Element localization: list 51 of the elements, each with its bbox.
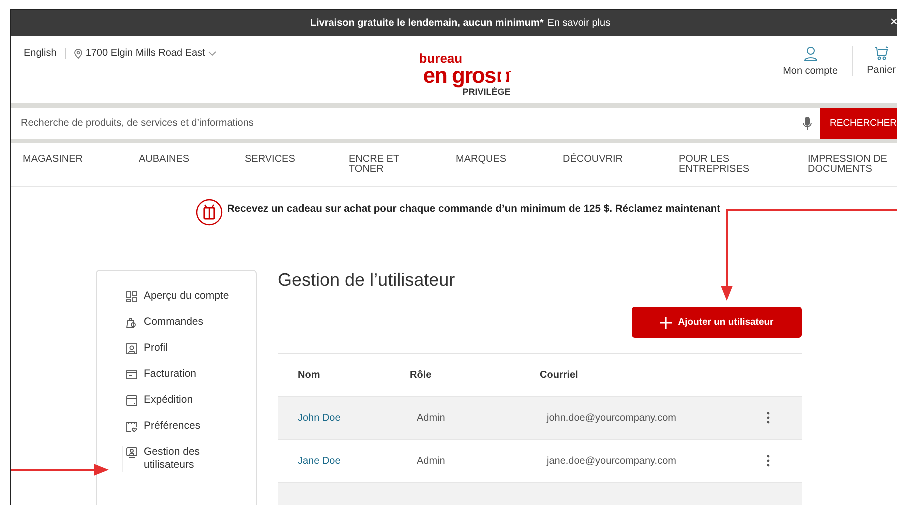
user-badge-icon [126,447,138,459]
cart-link[interactable]: Panier [852,46,897,76]
nav-menu-item[interactable]: MARQUES [456,155,563,186]
plus-icon [660,316,672,328]
banner-text: Livraison gratuite le lendemain, aucun minimum* [310,18,544,28]
language-link[interactable]: English [24,48,66,59]
search-button[interactable]: RECHERCHER [820,108,897,139]
nav-menu-item[interactable]: DÉCOUVRIR [563,155,679,186]
sidebar-item[interactable]: Commandes [126,316,246,342]
location-pin-icon [74,48,83,58]
table-cell-text: john.doe@yourcompany.com [546,412,678,424]
user-name-link[interactable]: Jane Doe [298,456,410,466]
user-name-link[interactable]: John Doe [298,412,410,424]
microphone-icon[interactable] [803,116,812,130]
kebab-menu-icon [766,412,770,424]
sidebar-item[interactable]: Préférences [126,420,246,446]
close-button[interactable]: × [890,15,897,29]
nav-menu-item[interactable]: SERVICES [245,155,349,186]
store-location-selector[interactable]: 1700 Elgin Mills Road East [74,48,218,59]
sidebar-item[interactable]: Facturation [126,368,246,394]
sidebar-item[interactable]: Profil [126,342,246,368]
nav-menu-item[interactable]: AUBAINES [139,155,245,186]
column-header: Nom [298,370,322,380]
calendar-heart-icon [126,421,138,433]
table-cell-text: Admin [416,456,446,466]
bag-search-icon [126,317,138,329]
cart-icon [874,46,890,61]
dashboard-icon [126,291,138,303]
learn-more-link[interactable]: En savoir plus [548,18,611,28]
column-header: Rôle [410,370,433,380]
chevron-down-icon [208,50,218,56]
nav-menu-item[interactable]: POUR LES ENTREPRISES [679,155,808,186]
table-cell-text: jane.doe@yourcompany.com [546,456,678,466]
profile-icon [126,343,138,355]
nav-menu-item[interactable]: MAGASINER [23,155,139,186]
sidebar-item[interactable]: Aperçu du compte [126,290,246,316]
nav-menu-item[interactable]: IMPRESSION DE DOCUMENTS [808,155,897,186]
card-icon [126,369,138,381]
promo-text[interactable]: Recevez un cadeau sur achat pour chaque commande d’un minimum de 125 $. Réclamez maintenant [227,204,721,215]
user-icon [804,46,818,62]
table-cell-text: Admin [416,412,446,424]
nav-menu-item[interactable]: ENCRE ET TONER [349,155,456,186]
sidebar-item[interactable]: Expédition [126,394,246,420]
box-icon [126,395,138,407]
add-user-button[interactable]: Ajouter un utilisateur [632,307,802,338]
account-link[interactable]: Mon compte [769,46,852,77]
gift-icon [196,199,224,226]
sidebar-item[interactable]: Gestion des utilisateurs [122,446,242,472]
column-header: Courriel [540,370,580,380]
kebab-menu-icon [766,455,770,467]
page-title: Gestion de l’utilisateur [278,270,456,291]
